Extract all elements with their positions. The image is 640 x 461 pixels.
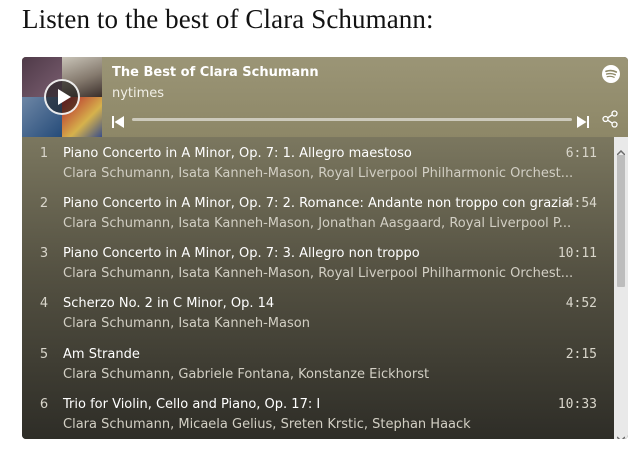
- page-heading: Listen to the best of Clara Schumann:: [22, 4, 434, 34]
- track-row[interactable]: 6 Trio for Violin, Cello and Piano, Op. …: [22, 388, 614, 438]
- track-duration: 4:52: [565, 296, 597, 311]
- track-artists[interactable]: Clara Schumann, Gabriele Fontana, Konsta…: [63, 367, 429, 382]
- playlist-title[interactable]: The Best of Clara Schumann: [112, 65, 319, 80]
- track-list: 1 Piano Concerto in A Minor, Op. 7: 1. A…: [22, 137, 628, 439]
- track-number: 4: [39, 296, 49, 311]
- track-number: 2: [39, 196, 49, 211]
- play-icon[interactable]: [44, 79, 80, 115]
- track-duration: 2:15: [565, 347, 597, 362]
- track-number: 3: [39, 246, 49, 261]
- scroll-down-arrow-icon[interactable]: [616, 427, 626, 439]
- track-duration: 10:33: [557, 397, 597, 412]
- track-title[interactable]: Am Strande: [63, 347, 140, 362]
- track-title[interactable]: Piano Concerto in A Minor, Op. 7: 3. All…: [63, 246, 420, 261]
- track-title[interactable]: Trio for Violin, Cello and Piano, Op. 17…: [63, 397, 320, 412]
- track-row[interactable]: 4 Scherzo No. 2 in C Minor, Op. 14 Clara…: [22, 287, 614, 337]
- progress-bar[interactable]: [132, 118, 572, 121]
- skip-next-icon[interactable]: [577, 113, 589, 132]
- track-row[interactable]: 3 Piano Concerto in A Minor, Op. 7: 3. A…: [22, 237, 614, 287]
- skip-previous-icon[interactable]: [112, 113, 124, 132]
- track-artists[interactable]: Clara Schumann, Micaela Gelius, Sreten K…: [63, 417, 471, 432]
- track-duration: 10:11: [557, 246, 597, 261]
- playlist-owner[interactable]: nytimes: [112, 86, 164, 101]
- track-artists[interactable]: Clara Schumann, Isata Kanneh-Mason: [63, 316, 310, 331]
- share-icon[interactable]: [602, 110, 618, 132]
- track-artists[interactable]: Clara Schumann, Isata Kanneh-Mason, Jona…: [63, 216, 571, 231]
- spotify-logo-icon[interactable]: [602, 65, 620, 87]
- track-row[interactable]: 2 Piano Concerto in A Minor, Op. 7: 2. R…: [22, 187, 614, 237]
- track-list-scrollbar[interactable]: [614, 137, 628, 439]
- track-title[interactable]: Scherzo No. 2 in C Minor, Op. 14: [63, 296, 274, 311]
- track-duration: 6:11: [565, 146, 597, 161]
- scrollbar-thumb[interactable]: [617, 155, 625, 287]
- track-number: 6: [39, 397, 49, 412]
- track-artists[interactable]: Clara Schumann, Isata Kanneh-Mason, Roya…: [63, 166, 573, 181]
- player-header: The Best of Clara Schumann nytimes: [22, 57, 628, 137]
- track-duration: 4:54: [565, 196, 597, 211]
- spotify-embed-player: The Best of Clara Schumann nytimes 1 Pia…: [22, 57, 628, 439]
- track-row[interactable]: 1 Piano Concerto in A Minor, Op. 7: 1. A…: [22, 137, 614, 187]
- track-title[interactable]: Piano Concerto in A Minor, Op. 7: 2. Rom…: [63, 196, 570, 211]
- track-row[interactable]: 5 Am Strande Clara Schumann, Gabriele Fo…: [22, 338, 614, 388]
- track-number: 5: [39, 347, 49, 362]
- track-title[interactable]: Piano Concerto in A Minor, Op. 7: 1. All…: [63, 146, 412, 161]
- track-artists[interactable]: Clara Schumann, Isata Kanneh-Mason, Roya…: [63, 266, 573, 281]
- track-number: 1: [39, 146, 49, 161]
